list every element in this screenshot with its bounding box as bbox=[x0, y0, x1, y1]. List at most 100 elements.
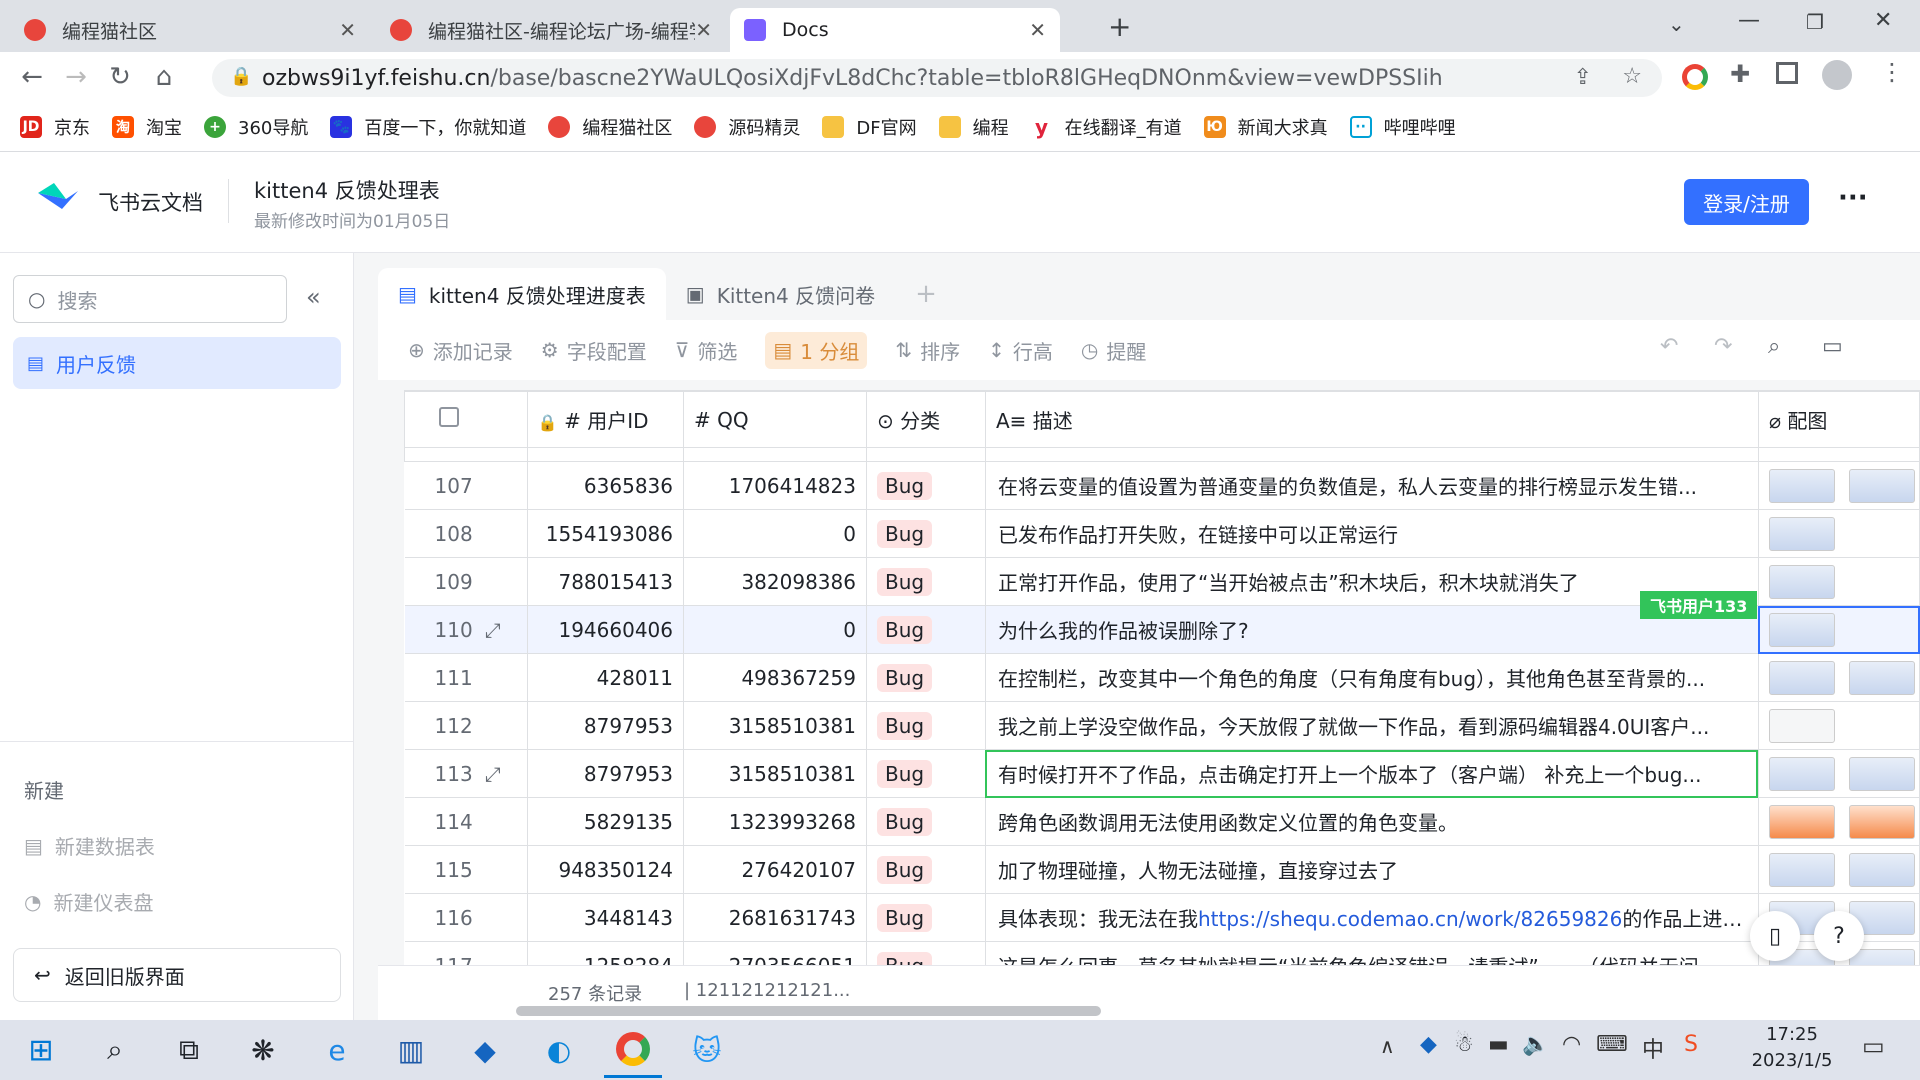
doc-icon[interactable]: ▯ bbox=[1750, 911, 1800, 961]
column-header-uid[interactable]: 🔒 # 用户ID bbox=[526, 391, 685, 448]
cell-category[interactable]: Bug bbox=[865, 509, 986, 558]
cell-category[interactable]: Bug bbox=[865, 653, 986, 702]
cell-user-id[interactable]: 6365836 bbox=[526, 461, 685, 510]
row-height-button[interactable]: ↕ 行高 bbox=[988, 336, 1053, 365]
cell-image[interactable] bbox=[1757, 749, 1920, 798]
login-button[interactable]: 登录/注册 bbox=[1684, 179, 1809, 225]
cell-description[interactable]: 在将云变量的值设置为普通变量的负数值是，私人云变量的排行榜显示发生错... bbox=[984, 461, 1759, 510]
keyboard-icon[interactable]: ⌨ bbox=[1596, 1032, 1628, 1057]
kitten-icon[interactable]: 🐱 bbox=[678, 1022, 736, 1078]
table-row[interactable]: 107 6365836 1706414823 Bug 在将云变量的值设置为普通变量的负数… bbox=[404, 461, 1920, 510]
new-tab-icon[interactable]: + bbox=[1108, 10, 1131, 43]
cell-qq[interactable]: 276420107 bbox=[683, 845, 867, 894]
image-thumbnail[interactable] bbox=[1768, 565, 1835, 599]
bookmark-star-icon[interactable]: ☆ bbox=[1622, 64, 1642, 89]
cell-category[interactable]: Bug bbox=[865, 461, 986, 510]
browser-tab-1[interactable]: 编程猫社区 ✕ bbox=[10, 8, 370, 52]
cell-category[interactable]: Bug bbox=[865, 749, 986, 798]
cell-user-id[interactable]: 428011 bbox=[526, 653, 685, 702]
cell-category[interactable]: Bug bbox=[865, 941, 986, 965]
sidepanel-icon[interactable] bbox=[1776, 62, 1798, 84]
cell-user-id[interactable]: 948350124 bbox=[526, 845, 685, 894]
cell-user-id[interactable]: 1554193086 bbox=[526, 509, 685, 558]
browser-tab-2[interactable]: 编程猫社区-编程论坛广场-编程学 ✕ bbox=[376, 8, 726, 52]
bookmark-codemao[interactable]: 编程猫社区 bbox=[548, 114, 672, 140]
remind-button[interactable]: ◷ 提醒 bbox=[1081, 336, 1146, 365]
share-icon[interactable]: ⇪ bbox=[1574, 65, 1592, 90]
url-field[interactable]: 🔒 ozbws9i1yf.feishu.cn/base/bascne2YWaUL… bbox=[212, 59, 1662, 97]
add-view-icon[interactable]: + bbox=[895, 268, 957, 320]
cell-description[interactable]: 在控制栏，改变其中一个角色的角度（只有角度有bug），其他角色甚至背景的... bbox=[984, 653, 1759, 702]
cell-user-id[interactable]: 3448143 bbox=[526, 893, 685, 942]
browser-menu-icon[interactable]: ⋮ bbox=[1880, 58, 1904, 86]
image-thumbnail[interactable] bbox=[1768, 709, 1835, 743]
reload-icon[interactable]: ↻ bbox=[100, 57, 140, 97]
cell-qq[interactable]: 2703566051 bbox=[683, 941, 867, 965]
comment-icon[interactable]: ▭ bbox=[1822, 334, 1843, 359]
cell-description[interactable]: 这是怎么回事，莫名其妙就提示“当前角色编译错误，请重试”……（代码并无问... bbox=[984, 941, 1759, 965]
cell-qq[interactable]: 1706414823 bbox=[683, 461, 867, 510]
search-input[interactable]: ○ 搜索 bbox=[13, 275, 287, 323]
edge-icon[interactable]: ◐ bbox=[530, 1022, 588, 1078]
qq-icon[interactable]: ☃ bbox=[1454, 1032, 1474, 1057]
cell-user-id[interactable]: 5829135 bbox=[526, 797, 685, 846]
task-view-icon[interactable]: ⧉ bbox=[160, 1022, 218, 1078]
cell-description[interactable]: 加了物理碰撞，人物无法碰撞，直接穿过去了 bbox=[984, 845, 1759, 894]
cell-category[interactable]: Bug bbox=[865, 893, 986, 942]
column-header-qq[interactable]: # QQ bbox=[683, 391, 867, 448]
cell-qq[interactable]: 3158510381 bbox=[683, 701, 867, 750]
ie-icon[interactable]: e bbox=[308, 1022, 366, 1078]
app-icon[interactable]: ❋ bbox=[234, 1022, 292, 1078]
bookmark-df[interactable]: DF官网 bbox=[822, 114, 917, 140]
cell-image[interactable] bbox=[1757, 461, 1920, 510]
column-header-category[interactable]: ⊙ 分类 bbox=[865, 391, 986, 448]
cell-qq[interactable]: 3158510381 bbox=[683, 749, 867, 798]
undo-icon[interactable]: ↶ bbox=[1660, 334, 1678, 359]
extension-icon[interactable] bbox=[1682, 64, 1708, 90]
image-thumbnail[interactable] bbox=[1768, 661, 1835, 695]
cell-user-id[interactable]: 788015413 bbox=[526, 557, 685, 606]
table-row[interactable]: 114 5829135 1323993268 Bug 跨角色函数调用无法使用函数定义位置… bbox=[404, 797, 1920, 846]
table-row[interactable]: 112 8797953 3158510381 Bug 我之前上学没空做作品，今天放假了就… bbox=[404, 701, 1920, 750]
cell-qq[interactable]: 0 bbox=[683, 605, 867, 654]
ime-indicator[interactable]: 中 bbox=[1642, 1032, 1664, 1064]
image-thumbnail[interactable] bbox=[1848, 853, 1915, 887]
puzzle-icon[interactable]: ✚ bbox=[1730, 60, 1750, 88]
cell-qq[interactable]: 382098386 bbox=[683, 557, 867, 606]
table-row[interactable]: 111 428011 498367259 Bug 在控制栏，改变其中一个角色的角度（只有… bbox=[404, 653, 1920, 702]
bookmark-bilibili[interactable]: ·· 哔哩哔哩 bbox=[1349, 114, 1456, 140]
table-row[interactable]: 115 948350124 276420107 Bug 加了物理碰撞，人物无法碰撞，直接… bbox=[404, 845, 1920, 894]
close-icon[interactable]: ✕ bbox=[339, 18, 356, 42]
cell-category[interactable]: Bug bbox=[865, 701, 986, 750]
bookmark-jd[interactable]: JD 京东 bbox=[20, 114, 90, 140]
windows-start-icon[interactable]: ⊞ bbox=[12, 1022, 70, 1078]
cell-image[interactable] bbox=[1757, 797, 1920, 846]
cell-image[interactable] bbox=[1757, 557, 1920, 606]
bookmark-biancheng[interactable]: 编程 bbox=[938, 114, 1009, 140]
cell-description[interactable]: 具体表现：我无法在我https://shequ.codemao.cn/work/… bbox=[984, 893, 1759, 942]
back-old-ui-button[interactable]: ↩ 返回旧版界面 bbox=[13, 948, 341, 1002]
bookmark-youdao[interactable]: y 在线翻译_有道 bbox=[1030, 114, 1182, 140]
redo-icon[interactable]: ↷ bbox=[1714, 334, 1732, 359]
cell-qq[interactable]: 1323993268 bbox=[683, 797, 867, 846]
cell-image[interactable] bbox=[1757, 653, 1920, 702]
tab-feedback-form[interactable]: ▣ Kitten4 反馈问卷 bbox=[666, 268, 895, 320]
cell-qq[interactable]: 498367259 bbox=[683, 653, 867, 702]
browser-tab-3[interactable]: Docs ✕ bbox=[730, 8, 1060, 52]
chrome-icon[interactable] bbox=[604, 1022, 662, 1078]
wifi-icon[interactable]: ◠ bbox=[1562, 1032, 1581, 1057]
tray-chevron-icon[interactable]: ∧ bbox=[1380, 1034, 1395, 1058]
expand-row-icon[interactable]: ⤢ bbox=[485, 618, 501, 642]
cell-user-id[interactable]: 8797953 bbox=[526, 749, 685, 798]
sidebar-item-user-feedback[interactable]: ▤ 用户反馈 bbox=[13, 337, 341, 389]
cell-image[interactable] bbox=[1757, 509, 1920, 558]
image-thumbnail[interactable] bbox=[1848, 469, 1915, 503]
cell-user-id[interactable]: 194660406 bbox=[526, 605, 685, 654]
bookmark-yuanma[interactable]: 源码精灵 bbox=[694, 114, 800, 140]
battery-icon[interactable]: ▬ bbox=[1488, 1032, 1509, 1057]
cell-category[interactable]: Bug bbox=[865, 845, 986, 894]
cell-qq[interactable]: 2681631743 bbox=[683, 893, 867, 942]
tab-search-chevron-icon[interactable]: ⌄ bbox=[1668, 12, 1685, 36]
expand-row-icon[interactable]: ⤢ bbox=[485, 762, 501, 786]
cell-description[interactable]: 已发布作品打开失败，在链接中可以正常运行 bbox=[984, 509, 1759, 558]
